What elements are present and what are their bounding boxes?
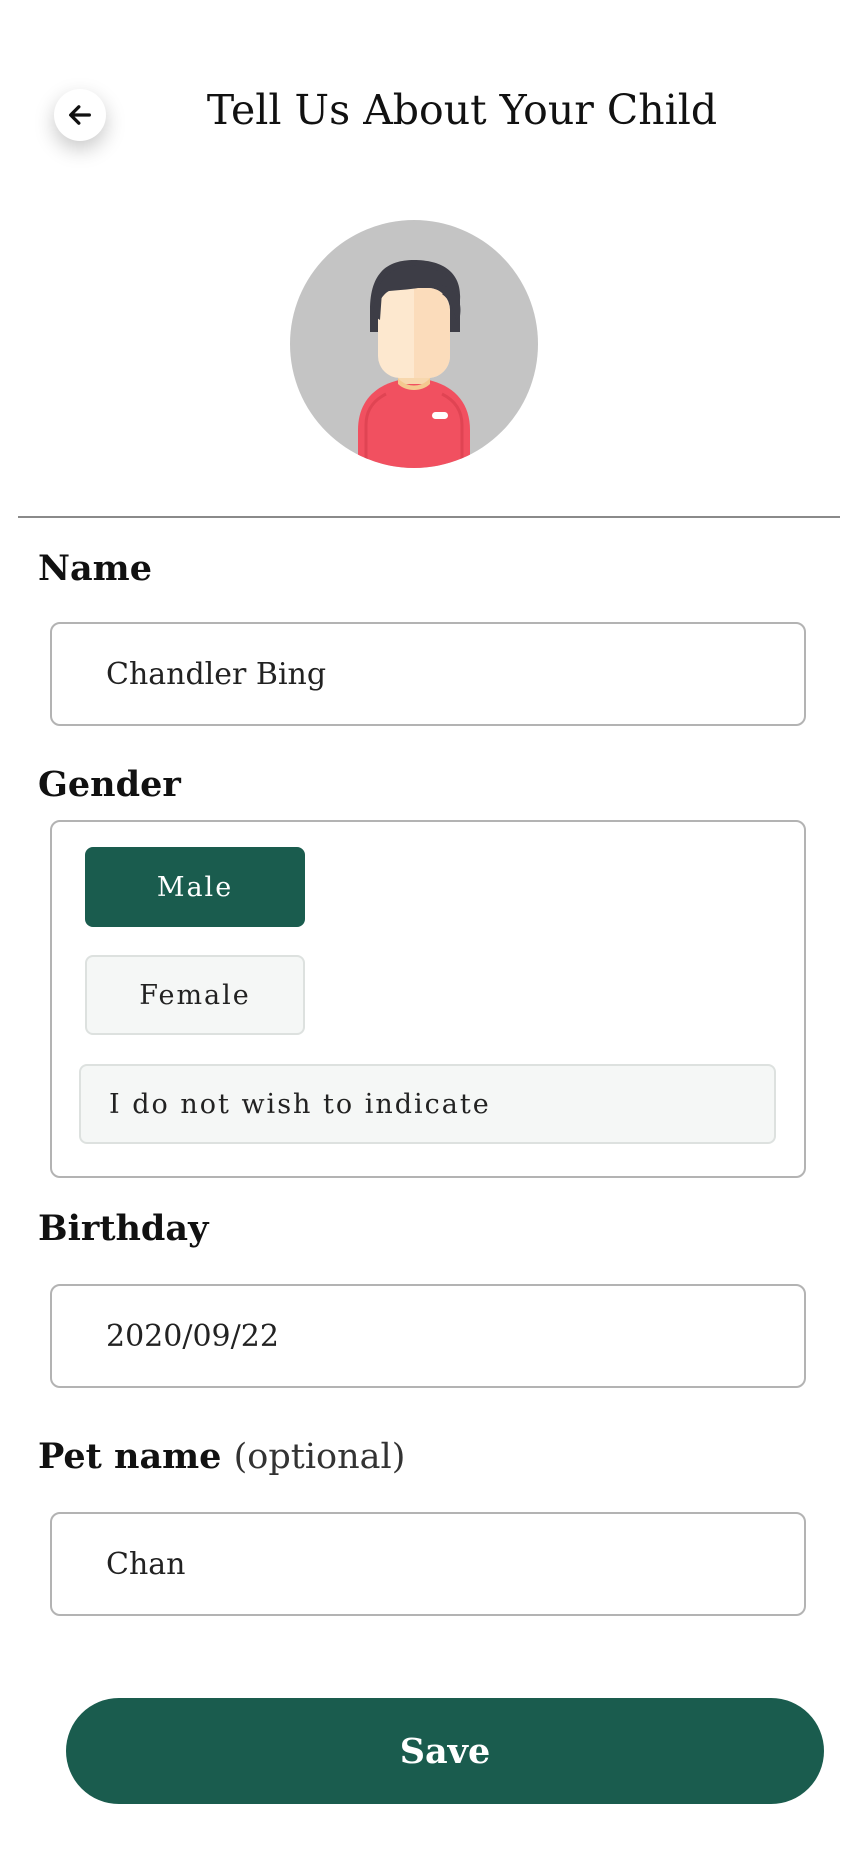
arrow-left-icon xyxy=(69,105,91,125)
birthday-input[interactable] xyxy=(50,1284,806,1388)
name-label: Name xyxy=(38,548,152,589)
gender-options: Male Female I do not wish to indicate xyxy=(50,820,806,1178)
pet-name-input[interactable] xyxy=(50,1512,806,1616)
divider xyxy=(18,516,840,518)
name-input[interactable] xyxy=(50,622,806,726)
page-title: Tell Us About Your Child xyxy=(206,86,718,134)
birthday-label: Birthday xyxy=(38,1208,209,1249)
gender-label: Gender xyxy=(38,764,181,805)
save-button[interactable]: Save xyxy=(66,1698,824,1804)
avatar[interactable] xyxy=(290,220,538,468)
optional-tag: (optional) xyxy=(233,1437,406,1477)
pet-name-label-text: Pet name xyxy=(38,1436,222,1477)
gender-option-none[interactable]: I do not wish to indicate xyxy=(79,1064,776,1144)
gender-option-male[interactable]: Male xyxy=(85,847,305,927)
gender-option-female[interactable]: Female xyxy=(85,955,305,1035)
boy-avatar-icon xyxy=(358,260,470,468)
back-button[interactable] xyxy=(54,89,106,141)
pet-name-label: Pet name (optional) xyxy=(38,1436,405,1477)
